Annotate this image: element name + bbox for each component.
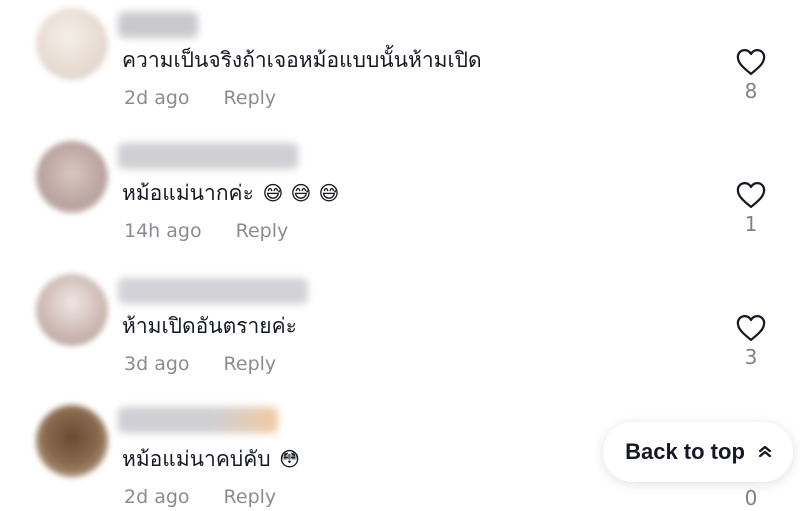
comment-text-content: หม้อแม่นากค่ะ bbox=[122, 181, 254, 205]
avatar[interactable] bbox=[36, 274, 108, 346]
username-blurred[interactable] bbox=[118, 278, 308, 304]
like-count: 8 bbox=[744, 79, 758, 103]
comment-item: หม้อแม่นากค่ะ 😅 😅 😅 14h ago Reply 1 bbox=[0, 133, 800, 253]
comment-text: หม้อแม่นาคบ่คับ 😳 bbox=[122, 445, 301, 473]
reply-button[interactable]: Reply bbox=[224, 352, 277, 376]
comment-item: ห้ามเปิดอันตรายค่ะ 3d ago Reply 3 bbox=[0, 266, 800, 386]
comment-text: ห้ามเปิดอันตรายค่ะ bbox=[122, 312, 297, 340]
chevron-up-double-icon bbox=[758, 444, 772, 460]
username-blurred[interactable] bbox=[118, 12, 198, 38]
comment-text-content: ความเป็นจริงถ้าเจอหม้อแบบนั้นห้ามเปิด bbox=[122, 48, 482, 72]
comment-item: ความเป็นจริงถ้าเจอหม้อแบบนั้นห้ามเปิด 2d… bbox=[0, 0, 800, 120]
avatar[interactable] bbox=[36, 141, 108, 213]
sweat-smile-emoji: 😅 bbox=[318, 181, 340, 205]
comment-time: 14h ago bbox=[124, 220, 202, 242]
back-to-top-label: Back to top bbox=[625, 439, 745, 464]
comment-meta: 3d ago Reply bbox=[124, 352, 276, 376]
username-blurred[interactable] bbox=[118, 407, 278, 433]
like-control: 1 bbox=[730, 181, 772, 237]
comment-meta: 2d ago Reply bbox=[124, 485, 276, 509]
like-count: 3 bbox=[744, 345, 758, 369]
comment-text: ความเป็นจริงถ้าเจอหม้อแบบนั้นห้ามเปิด bbox=[122, 46, 482, 74]
sweat-smile-emoji: 😅 bbox=[262, 181, 284, 205]
back-to-top-button[interactable]: Back to top bbox=[603, 422, 793, 482]
like-control: 3 bbox=[730, 314, 772, 370]
flushed-emoji: 😳 bbox=[279, 447, 301, 471]
avatar[interactable] bbox=[36, 8, 108, 80]
username-blurred[interactable] bbox=[118, 143, 298, 169]
reply-button[interactable]: Reply bbox=[224, 86, 277, 110]
comment-text-content: หม้อแม่นาคบ่คับ bbox=[122, 447, 271, 471]
heart-icon[interactable] bbox=[736, 48, 766, 76]
reply-button[interactable]: Reply bbox=[224, 485, 277, 509]
comment-text: หม้อแม่นากค่ะ 😅 😅 😅 bbox=[122, 179, 340, 207]
emoji-group: 😅 😅 😅 bbox=[262, 182, 340, 204]
like-control: 8 bbox=[730, 48, 772, 104]
comment-meta: 14h ago Reply bbox=[124, 219, 288, 243]
heart-icon[interactable] bbox=[736, 181, 766, 209]
sweat-smile-emoji: 😅 bbox=[290, 181, 312, 205]
comment-text-content: ห้ามเปิดอันตรายค่ะ bbox=[122, 314, 297, 338]
comment-time: 3d ago bbox=[124, 353, 190, 375]
like-count: 1 bbox=[744, 212, 758, 236]
like-count: 0 bbox=[744, 486, 758, 510]
reply-button[interactable]: Reply bbox=[236, 219, 289, 243]
like-control: 0 bbox=[730, 483, 772, 511]
avatar[interactable] bbox=[36, 405, 108, 477]
comment-time: 2d ago bbox=[124, 87, 190, 109]
comment-time: 2d ago bbox=[124, 486, 190, 508]
heart-icon[interactable] bbox=[736, 314, 766, 342]
comment-meta: 2d ago Reply bbox=[124, 86, 276, 110]
emoji-group: 😳 bbox=[279, 448, 301, 470]
